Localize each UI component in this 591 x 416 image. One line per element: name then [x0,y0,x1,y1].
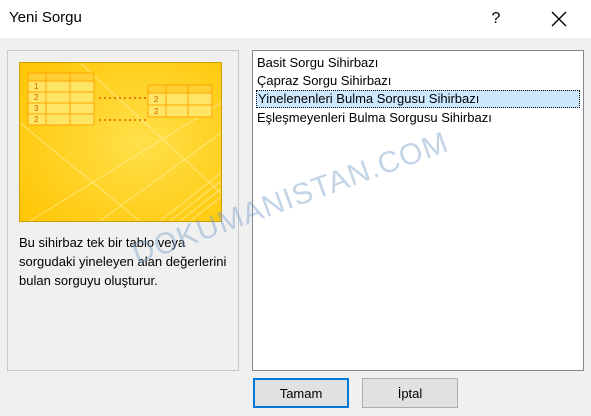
left-row-3: 3 [34,104,39,113]
list-item-find-unmatched-wizard[interactable]: Eşleşmeyenleri Bulma Sorgusu Sihirbazı [256,109,580,127]
help-icon: ? [491,10,501,27]
right-row-2: 2 [154,107,159,116]
window-title: Yeni Sorgu [9,9,82,26]
right-row-1: 2 [154,95,159,104]
list-item-simple-query-wizard[interactable]: Basit Sorgu Sihirbazı [256,54,580,72]
close-button[interactable] [536,0,582,38]
wizard-preview-image: 1 2 3 2 2 2 [19,62,222,222]
help-button[interactable]: ? [474,0,518,38]
ok-button[interactable]: Tamam [253,378,349,408]
left-row-1: 1 [34,82,39,91]
left-row-2: 2 [34,93,39,102]
wizard-description: Bu sihirbaz tek bir tablo veya sorgudaki… [19,235,227,288]
title-bar: Yeni Sorgu ? [0,0,591,38]
wizard-list[interactable]: Basit Sorgu Sihirbazı Çapraz Sorgu Sihir… [252,50,584,371]
list-item-crosstab-query-wizard[interactable]: Çapraz Sorgu Sihirbazı [256,72,580,90]
duplicate-query-illustration: 1 2 3 2 2 2 [20,63,221,221]
list-item-find-duplicates-wizard[interactable]: Yinelenenleri Bulma Sorgusu Sihirbazı [256,90,580,108]
left-row-4: 2 [34,115,39,124]
cancel-button[interactable]: İptal [362,378,458,408]
close-icon [551,11,567,27]
